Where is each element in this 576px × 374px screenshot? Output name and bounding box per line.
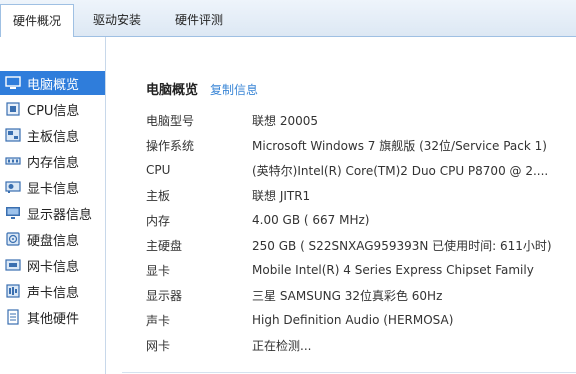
info-label: 网卡	[146, 338, 171, 353]
section-header: 电脑概览 复制信息	[146, 79, 258, 98]
info-row-disk: 主硬盘 250 GB ( S22SNXAG959393N 已使用时间: 611小…	[146, 236, 576, 254]
info-value: 三星 SAMSUNG 32位真彩色 60Hz	[252, 288, 443, 303]
sidebar-item-label: 其他硬件	[27, 311, 80, 327]
sidebar-item-graphics[interactable]: 显卡信息	[0, 175, 105, 199]
monitor-icon	[5, 205, 21, 221]
info-label: 显示器	[146, 288, 183, 303]
info-label: 内存	[146, 213, 171, 228]
info-label: CPU	[146, 163, 171, 177]
disk-icon	[5, 231, 21, 247]
info-label: 主硬盘	[146, 238, 183, 253]
sidebar-item-label: 网卡信息	[27, 259, 80, 275]
info-value: 250 GB ( S22SNXAG959393N 已使用时间: 611小时)	[252, 238, 552, 253]
other-hardware-icon	[5, 309, 21, 325]
copy-info-link[interactable]: 复制信息	[210, 81, 258, 98]
info-value: 正在检测...	[252, 338, 312, 353]
divider	[122, 372, 576, 373]
cpu-icon	[5, 101, 21, 117]
network-card-icon	[5, 257, 21, 273]
info-row-graphics: 显卡 Mobile Intel(R) 4 Series Express Chip…	[146, 261, 576, 279]
sidebar-item-label: CPU信息	[27, 103, 80, 119]
sidebar-item-monitor[interactable]: 显示器信息	[0, 201, 105, 225]
graphics-card-icon	[5, 179, 21, 195]
sidebar-item-network[interactable]: 网卡信息	[0, 253, 105, 277]
info-value: 4.00 GB ( 667 MHz)	[252, 213, 370, 227]
info-row-sound: 声卡 High Definition Audio (HERMOSA)	[146, 311, 576, 329]
info-row-memory: 内存 4.00 GB ( 667 MHz)	[146, 211, 576, 229]
info-value: High Definition Audio (HERMOSA)	[252, 313, 454, 327]
main-content: 电脑概览 复制信息 电脑型号 联想 20005 操作系统 Microsoft W…	[106, 37, 576, 374]
sidebar-item-label: 显卡信息	[27, 181, 80, 197]
tab-hardware-benchmark[interactable]: 硬件评测	[160, 4, 238, 37]
top-tab-bar: 硬件概况 驱动安装 硬件评测	[0, 0, 576, 38]
sidebar-item-cpu[interactable]: CPU信息	[0, 97, 105, 121]
page-title: 电脑概览	[146, 83, 199, 98]
motherboard-icon	[5, 127, 21, 143]
info-label: 电脑型号	[146, 113, 195, 128]
info-row-os: 操作系统 Microsoft Windows 7 旗舰版 (32位/Servic…	[146, 136, 576, 154]
info-value: Microsoft Windows 7 旗舰版 (32位/Service Pac…	[252, 138, 547, 153]
info-row-cpu: CPU (英特尔)Intel(R) Core(TM)2 Duo CPU P870…	[146, 161, 576, 179]
tab-driver-install[interactable]: 驱动安装	[78, 4, 156, 37]
sound-card-icon	[5, 283, 21, 299]
info-value: (英特尔)Intel(R) Core(TM)2 Duo CPU P8700 @ …	[252, 163, 549, 178]
sidebar-item-label: 电脑概览	[27, 77, 80, 93]
sidebar-item-motherboard[interactable]: 主板信息	[0, 123, 105, 147]
sidebar-item-sound[interactable]: 声卡信息	[0, 279, 105, 303]
info-value: 联想 JITR1	[252, 188, 311, 203]
info-label: 显卡	[146, 263, 171, 278]
tab-hardware-overview[interactable]: 硬件概况	[0, 4, 74, 38]
info-row-motherboard: 主板 联想 JITR1	[146, 186, 576, 204]
info-label: 操作系统	[146, 138, 195, 153]
sidebar: 电脑概览 CPU信息 主板信息 内存信息 显卡信息 显示器信息 硬盘信息 网卡信…	[0, 37, 106, 374]
sidebar-item-memory[interactable]: 内存信息	[0, 149, 105, 173]
sidebar-item-label: 显示器信息	[27, 207, 93, 223]
computer-icon	[5, 75, 21, 91]
info-row-monitor: 显示器 三星 SAMSUNG 32位真彩色 60Hz	[146, 286, 576, 304]
info-value: 联想 20005	[252, 113, 318, 128]
memory-icon	[5, 153, 21, 169]
sidebar-item-label: 主板信息	[27, 129, 80, 145]
info-row-network: 网卡 正在检测...	[146, 336, 576, 354]
sidebar-item-label: 声卡信息	[27, 285, 80, 301]
info-label: 主板	[146, 188, 171, 203]
info-label: 声卡	[146, 313, 171, 328]
sidebar-item-label: 内存信息	[27, 155, 80, 171]
sidebar-item-other-hardware[interactable]: 其他硬件	[0, 305, 105, 329]
sidebar-item-computer-overview[interactable]: 电脑概览	[0, 71, 105, 95]
sidebar-item-label: 硬盘信息	[27, 233, 80, 249]
info-value: Mobile Intel(R) 4 Series Express Chipset…	[252, 263, 534, 277]
info-row-model: 电脑型号 联想 20005	[146, 111, 576, 129]
sidebar-item-disk[interactable]: 硬盘信息	[0, 227, 105, 251]
